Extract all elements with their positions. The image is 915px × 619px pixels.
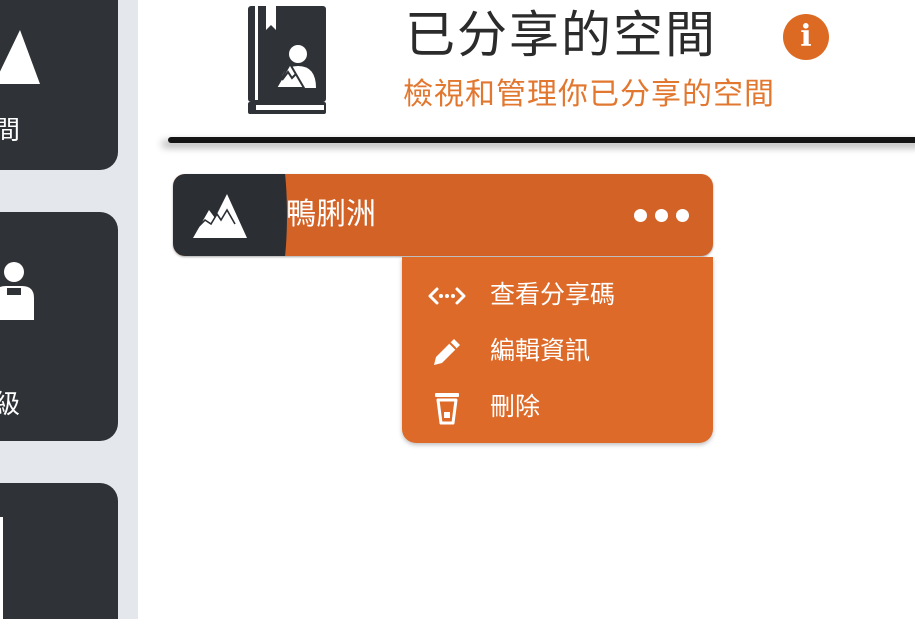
menu-item-edit-info[interactable]: 編輯資訊 (402, 323, 713, 379)
shared-book-icon (248, 6, 326, 114)
more-dots-icon (676, 209, 689, 222)
menu-item-delete[interactable]: 刪除 (402, 379, 713, 435)
more-dots-icon (655, 209, 668, 222)
page-subtitle: 檢視和管理你已分享的空間 (403, 77, 775, 112)
menu-item-label: 編輯資訊 (490, 336, 591, 365)
page-title: 已分享的空間 (405, 6, 717, 64)
sidebar-item-documents[interactable] (0, 483, 118, 619)
mountain-icon (193, 194, 247, 238)
code-icon (428, 287, 466, 305)
space-options-menu: 查看分享碼 編輯資訊 刪除 (402, 257, 713, 443)
menu-item-label: 查看分享碼 (490, 280, 616, 309)
document-icon (0, 517, 3, 619)
space-card[interactable]: 鴨脷洲 (173, 174, 713, 256)
user-icon (0, 262, 34, 320)
menu-item-label: 刪除 (490, 392, 541, 421)
trash-icon (435, 393, 459, 425)
sidebar-item-level[interactable]: 級 (0, 212, 118, 441)
sidebar-item-label: 級 (0, 390, 21, 420)
mountain-icon (0, 30, 40, 84)
info-icon[interactable]: i (783, 14, 829, 60)
header-divider (168, 137, 915, 143)
menu-item-view-share-code[interactable]: 查看分享碼 (402, 267, 713, 323)
space-name: 鴨脷洲 (286, 197, 376, 232)
more-dots-icon (634, 209, 647, 222)
more-options-button[interactable] (625, 192, 699, 238)
sidebar: 間 級 (0, 0, 138, 619)
sidebar-item-spaces[interactable]: 間 (0, 0, 118, 170)
pencil-icon (434, 339, 460, 365)
shared-spaces-page: 間 級 已分享的空間 i 檢視和管理你已分享的空間 鴨脷洲 查看分享碼 編輯資訊… (0, 0, 915, 619)
sidebar-item-label: 間 (0, 116, 21, 146)
